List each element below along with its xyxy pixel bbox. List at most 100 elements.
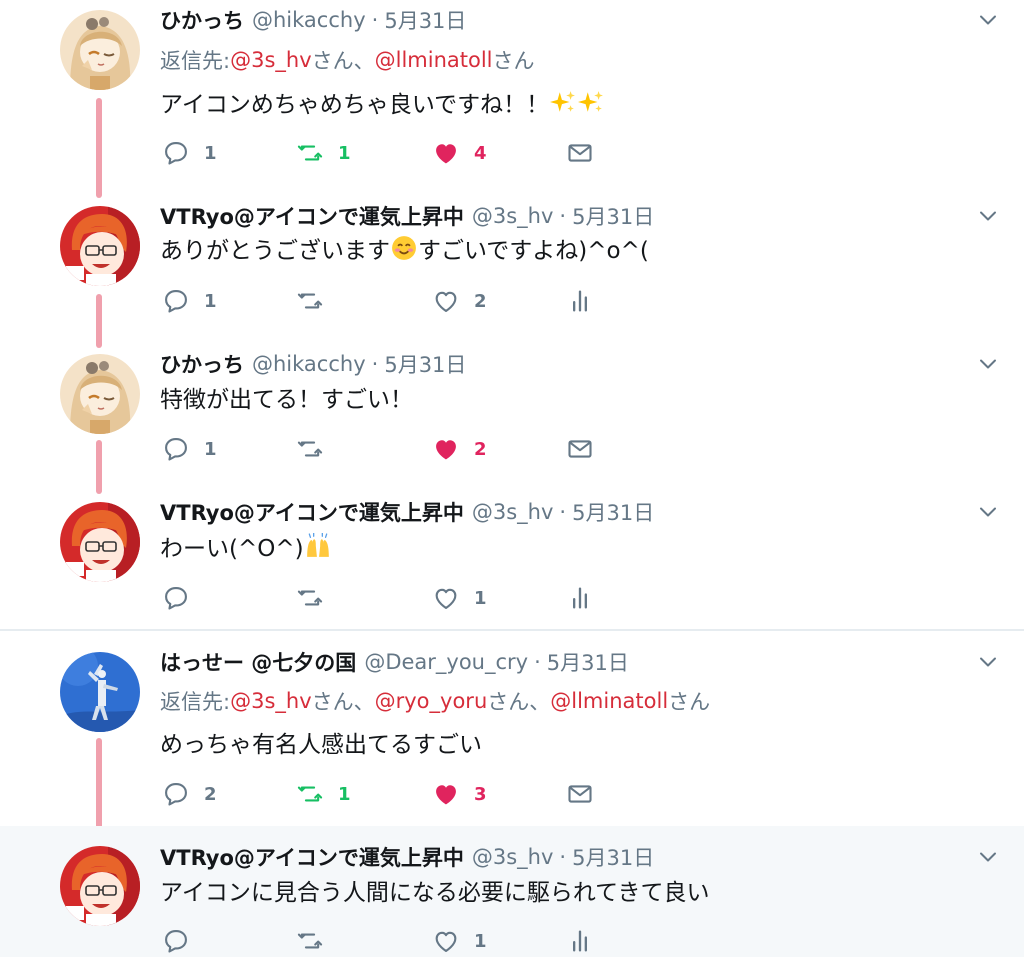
retweet-button[interactable]: [296, 433, 324, 465]
direct-message-button[interactable]: [566, 137, 594, 169]
conversation-divider: [0, 629, 1024, 631]
reply-icon: [162, 927, 190, 955]
reply-button[interactable]: 1: [162, 433, 217, 465]
avatar[interactable]: [60, 846, 140, 926]
analytics-button[interactable]: [566, 285, 594, 317]
analytics-button[interactable]: [566, 925, 594, 957]
display-name[interactable]: ひかっち: [160, 5, 244, 35]
avatar[interactable]: [60, 10, 140, 90]
retweet-button[interactable]: [296, 582, 324, 614]
like-count: 1: [474, 930, 487, 952]
retweet-icon: [296, 435, 324, 463]
like-count: 2: [474, 438, 487, 460]
mention-link[interactable]: @ryo_yoru: [375, 689, 488, 713]
retweet-button[interactable]: 1: [296, 137, 351, 169]
tweet-text-content: ありがとうございます: [160, 238, 390, 264]
retweet-button[interactable]: [296, 925, 324, 957]
tweet[interactable]: VTRyo@アイコンで運気上昇中 @3s_hv · 5月31日 わーい(^O^)…: [0, 492, 1024, 628]
reply-button[interactable]: 2: [162, 778, 217, 810]
separator-dot: ·: [534, 650, 541, 674]
heart-outline-icon: [432, 287, 460, 315]
timestamp[interactable]: 5月31日: [572, 201, 654, 231]
honorific: さん: [668, 690, 711, 714]
chevron-down-icon[interactable]: [976, 352, 1000, 376]
reply-icon: [162, 139, 190, 167]
tweet-text: 特徴が出てる！すごい！: [160, 377, 413, 417]
mail-icon: [566, 780, 594, 808]
mention-link[interactable]: @llminatoll: [550, 689, 668, 713]
like-button[interactable]: 2: [432, 285, 487, 317]
timestamp[interactable]: 5月31日: [384, 5, 466, 35]
reply-count: 2: [204, 783, 217, 805]
tweet-focused[interactable]: VTRyo@アイコンで運気上昇中 @3s_hv · 5月31日 アイコンに見合う…: [0, 826, 1024, 957]
separator-dot: ·: [559, 845, 567, 869]
username[interactable]: @3s_hv: [472, 204, 554, 228]
username[interactable]: @3s_hv: [472, 500, 554, 524]
analytics-button[interactable]: [566, 582, 594, 614]
tweet[interactable]: ひかっち @hikacchy · 5月31日 返信先: @3s_hv さん、 @…: [0, 0, 1024, 190]
tweet-text-content: アイコンめちゃめちゃ良いですね！！: [160, 92, 550, 118]
mention-link[interactable]: @3s_hv: [230, 48, 312, 72]
tweet-actions: 1: [162, 925, 642, 957]
avatar[interactable]: [60, 206, 140, 286]
separator-dot: ·: [371, 8, 379, 32]
avatar[interactable]: [60, 354, 140, 434]
retweet-button[interactable]: 1: [296, 778, 351, 810]
tweet-actions: 1: [162, 582, 642, 614]
retweet-icon: [296, 927, 324, 955]
chevron-down-icon[interactable]: [976, 204, 1000, 228]
display-name[interactable]: VTRyo@アイコンで運気上昇中: [160, 201, 464, 231]
like-button[interactable]: 3: [432, 778, 487, 810]
timestamp[interactable]: 5月31日: [547, 647, 629, 677]
username[interactable]: @3s_hv: [472, 845, 554, 869]
reply-count: 1: [204, 142, 217, 164]
tweet-text-content: わーい(^O^): [160, 536, 304, 562]
direct-message-button[interactable]: [566, 778, 594, 810]
like-button[interactable]: 1: [432, 582, 487, 614]
tweet[interactable]: ひかっち @hikacchy · 5月31日 特徴が出てる！すごい！ 1 2: [0, 344, 1024, 490]
display-name[interactable]: ひかっち: [160, 349, 244, 379]
retweet-button[interactable]: [296, 285, 324, 317]
chevron-down-icon[interactable]: [976, 8, 1000, 32]
username[interactable]: @hikacchy: [252, 352, 366, 376]
username[interactable]: @hikacchy: [252, 8, 366, 32]
reply-button[interactable]: 1: [162, 137, 217, 169]
display-name[interactable]: VTRyo@アイコンで運気上昇中: [160, 497, 464, 527]
reply-button[interactable]: [162, 925, 190, 957]
tweet[interactable]: はっせー @七夕の国 @Dear_you_cry · 5月31日 返信先: @3…: [0, 642, 1024, 824]
retweet-count: 1: [338, 783, 351, 805]
direct-message-button[interactable]: [566, 433, 594, 465]
timestamp[interactable]: 5月31日: [572, 497, 654, 527]
heart-outline-icon: [432, 584, 460, 612]
tweet-actions: 1 1 4: [162, 137, 642, 169]
mention-link[interactable]: @3s_hv: [230, 689, 312, 713]
separator-dot: ·: [371, 352, 379, 376]
timestamp[interactable]: 5月31日: [572, 842, 654, 872]
reply-icon: [162, 435, 190, 463]
chevron-down-icon[interactable]: [976, 650, 1000, 674]
display-name[interactable]: はっせー @七夕の国: [160, 647, 356, 677]
retweet-icon: [296, 584, 324, 612]
avatar[interactable]: [60, 652, 140, 732]
sparkles-emoji: [578, 89, 604, 115]
tweet[interactable]: VTRyo@アイコンで運気上昇中 @3s_hv · 5月31日 ありがとうござい…: [0, 196, 1024, 342]
chevron-down-icon[interactable]: [976, 845, 1000, 869]
sparkles-emoji: [550, 89, 576, 115]
reply-button[interactable]: [162, 582, 190, 614]
like-button[interactable]: 1: [432, 925, 487, 957]
honorific: さん、: [311, 690, 375, 714]
tweet-text: わーい(^O^): [160, 526, 332, 566]
avatar[interactable]: [60, 502, 140, 582]
reply-button[interactable]: 1: [162, 285, 217, 317]
timestamp[interactable]: 5月31日: [384, 349, 466, 379]
display-name[interactable]: VTRyo@アイコンで運気上昇中: [160, 842, 464, 872]
like-count: 2: [474, 290, 487, 312]
like-button[interactable]: 2: [432, 433, 487, 465]
tweet-text: めっちゃ有名人感出てるすごい: [160, 722, 482, 762]
like-button[interactable]: 4: [432, 137, 487, 169]
chevron-down-icon[interactable]: [976, 500, 1000, 524]
mention-link[interactable]: @llminatoll: [375, 48, 493, 72]
tweet-header: ひかっち @hikacchy · 5月31日: [160, 347, 466, 381]
username[interactable]: @Dear_you_cry: [364, 650, 528, 674]
tweet-text-content: アイコンに見合う人間になる必要に駆られてきて良い: [160, 880, 710, 906]
